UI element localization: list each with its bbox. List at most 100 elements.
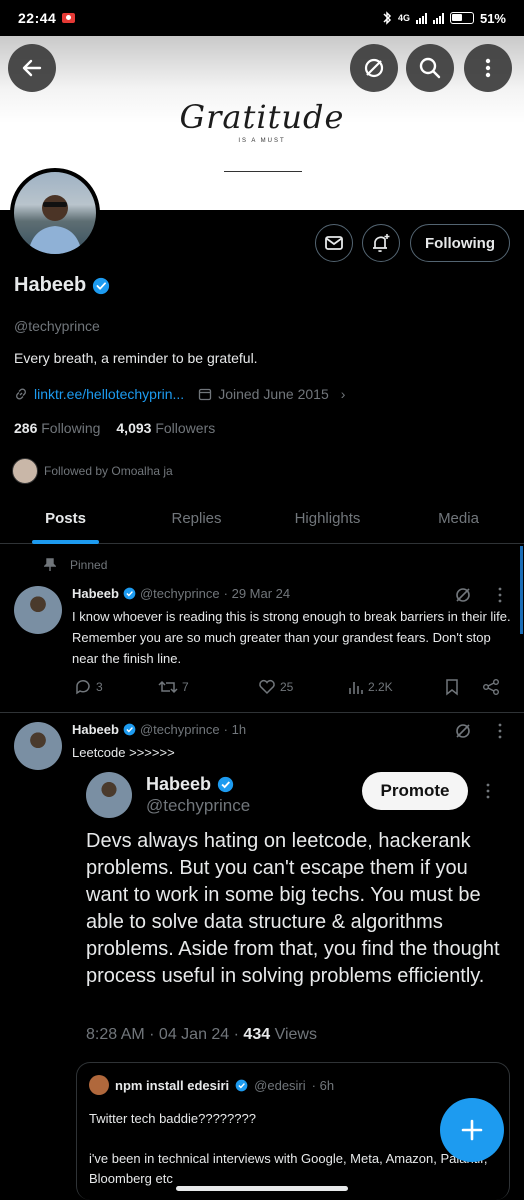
following-count: 286: [14, 420, 38, 436]
plus-icon: [461, 1119, 483, 1141]
following-stat[interactable]: 286 Following: [14, 420, 100, 436]
views-action[interactable]: 2.2K: [348, 679, 444, 695]
quoted-text: Devs always hating on leetcode, hackeran…: [86, 830, 500, 987]
repost-icon: [158, 680, 178, 694]
battery-level: 51%: [479, 10, 506, 26]
more-vertical-icon[interactable]: [492, 722, 508, 740]
views-icon: [349, 682, 363, 694]
profile-link[interactable]: linktr.ee/hellotechyprin...: [34, 386, 184, 402]
pinned-row: Pinned: [44, 558, 107, 572]
bluetooth-icon: [383, 11, 392, 25]
network-type: 4G: [397, 13, 410, 23]
battery-icon: [449, 12, 474, 24]
profile-avatar[interactable]: [10, 168, 100, 258]
post-text: Leetcode >>>>>>: [72, 745, 175, 760]
following-button[interactable]: Following: [410, 224, 510, 262]
grok-icon[interactable]: [454, 586, 472, 604]
more-button[interactable]: [464, 44, 512, 92]
mail-icon: [325, 236, 343, 250]
arrow-left-icon: [22, 59, 42, 77]
more-vertical-icon[interactable]: [480, 782, 496, 800]
message-button[interactable]: [315, 224, 353, 262]
post-header: Habeeb @techyprince · 29 Mar 24: [72, 586, 290, 601]
quoted-author[interactable]: Habeeb: [146, 774, 211, 795]
compose-button[interactable]: [440, 1098, 504, 1162]
follower-avatar: [12, 458, 38, 484]
followers-count: 4,093: [116, 420, 152, 436]
status-time: 22:44: [18, 10, 57, 26]
quoted-avatar[interactable]: [86, 772, 132, 818]
joined-date: Joined June 2015: [218, 386, 329, 402]
bell-plus-icon: [373, 234, 390, 253]
inner-quote-handle: @edesiri: [254, 1077, 306, 1093]
post-time: · 29 Mar 24: [223, 586, 291, 601]
profile-handle: @techyprince: [14, 318, 100, 334]
inner-quote-header: npm install edesiri @edesiri · 6h: [89, 1075, 334, 1095]
signal-icon: [415, 12, 427, 24]
block-button[interactable]: [350, 44, 398, 92]
home-indicator[interactable]: [176, 1186, 348, 1191]
verified-badge-icon: [123, 587, 136, 600]
views-count: 2.2K: [368, 680, 393, 694]
block-icon: [364, 58, 384, 78]
tab-highlights[interactable]: Highlights: [262, 496, 393, 543]
pin-icon: [44, 558, 56, 571]
banner-subtitle: IS A MUST: [238, 138, 286, 144]
like-action[interactable]: 25: [258, 679, 348, 695]
avatar-portrait: [28, 195, 82, 254]
profile-bio: Every breath, a reminder to be grateful.: [14, 350, 258, 366]
post-author[interactable]: Habeeb: [72, 586, 119, 601]
back-button[interactable]: [8, 44, 56, 92]
inner-quote-avatar: [89, 1075, 109, 1095]
more-vertical-icon[interactable]: [492, 586, 508, 604]
grok-icon[interactable]: [454, 722, 472, 740]
share-icon[interactable]: [482, 678, 500, 696]
profile-meta: linktr.ee/hellotechyprin... Joined June …: [14, 386, 345, 402]
inner-quote-line2: i've been in technical interviews with G…: [89, 1151, 488, 1186]
search-button[interactable]: [406, 44, 454, 92]
inner-quote-author: npm install edesiri: [115, 1077, 230, 1093]
tab-posts[interactable]: Posts: [0, 496, 131, 544]
post-text: I know whoever is reading this is strong…: [72, 609, 511, 666]
chevron-right-icon[interactable]: ›: [341, 386, 346, 402]
post-actions: 3 7 25 2.2K: [74, 678, 504, 696]
post-avatar[interactable]: [14, 586, 62, 634]
repost-action[interactable]: 7: [158, 679, 258, 695]
post-header: Habeeb @techyprince · 1h: [72, 722, 246, 737]
status-icons: 4G 51%: [382, 11, 506, 26]
link-icon: [16, 388, 26, 400]
reply-action[interactable]: 3: [74, 678, 158, 696]
quoted-views-label: Views: [270, 1026, 317, 1043]
verified-badge-icon: [123, 723, 136, 736]
profile-tabs: Posts Replies Highlights Media: [0, 496, 524, 544]
followers-label: Followers: [155, 420, 216, 436]
search-icon: [419, 57, 441, 79]
post-author[interactable]: Habeeb: [72, 722, 119, 737]
verified-badge-icon[interactable]: [92, 277, 110, 295]
scroll-indicator[interactable]: [520, 546, 523, 634]
followers-stat[interactable]: 4,093 Followers: [116, 420, 215, 436]
profile-stats: 286 Following 4,093 Followers: [14, 420, 215, 436]
inner-quote-text: Twitter tech baddie???????? i've been in…: [89, 1109, 489, 1189]
notify-button[interactable]: [362, 224, 400, 262]
quoted-name-row: Habeeb: [146, 774, 234, 795]
post-divider: [0, 712, 524, 713]
signal-icon-2: [432, 12, 444, 24]
status-bar: 22:44 4G 51%: [0, 0, 524, 36]
followed-by-text: Followed by Omoalha ja: [44, 464, 173, 478]
profile-name: Habeeb: [14, 274, 87, 296]
inner-quote-line1: Twitter tech baddie????????: [89, 1111, 256, 1126]
followed-by[interactable]: Followed by Omoalha ja: [12, 458, 173, 484]
quoted-handle: @techyprince: [146, 796, 251, 815]
post-handle: @techyprince: [139, 722, 220, 737]
inner-quote-time: · 6h: [311, 1077, 335, 1093]
promote-button[interactable]: Promote: [362, 772, 468, 810]
quoted-time: 8:28 AM · 04 Jan 24 ·: [86, 1026, 244, 1043]
tab-media[interactable]: Media: [393, 496, 524, 543]
repost-count: 7: [182, 680, 189, 694]
calendar-icon: [199, 388, 212, 401]
verified-badge-icon: [217, 776, 234, 793]
bookmark-icon[interactable]: [444, 678, 460, 696]
post-avatar[interactable]: [14, 722, 62, 770]
tab-replies[interactable]: Replies: [131, 496, 262, 543]
